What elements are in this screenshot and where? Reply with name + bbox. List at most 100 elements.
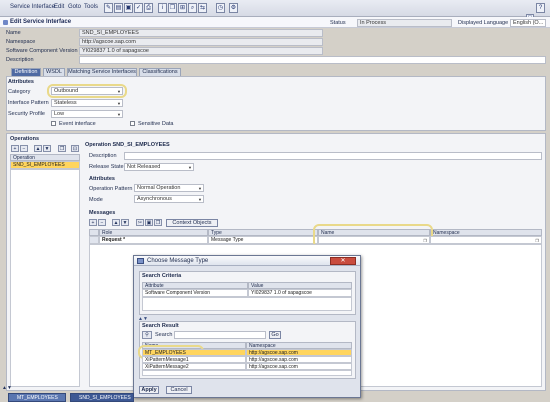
event-interface-label: Event interface xyxy=(59,121,96,127)
category-select[interactable]: Outbound ▼ xyxy=(51,87,123,95)
move-up-icon[interactable]: ▲ xyxy=(34,145,42,152)
criteria-grid-area xyxy=(142,297,352,311)
copy-icon[interactable]: ❐ xyxy=(154,219,162,226)
category-value: Outbound xyxy=(54,88,79,94)
description-field[interactable] xyxy=(79,56,546,64)
bottom-tab-snd-si-employees[interactable]: SND_SI_EMPLOYEES xyxy=(70,393,134,402)
tab-matching-service-interfaces[interactable]: Matching Service Interfaces xyxy=(67,68,137,76)
row-selector[interactable] xyxy=(89,236,99,244)
print-icon[interactable]: ⎙ xyxy=(144,3,153,13)
copy-icon[interactable]: ❐ xyxy=(168,3,177,13)
display-icon[interactable]: ▤ xyxy=(114,3,123,13)
result-row-namespace[interactable]: http://agscoe.sap.com xyxy=(246,363,352,370)
search-icon[interactable]: ⚲ xyxy=(142,331,152,339)
mode-select[interactable]: Asynchronous ▼ xyxy=(134,195,204,203)
transport-icon[interactable]: ⇆ xyxy=(198,3,207,13)
context-objects-button[interactable]: Context Objects xyxy=(166,219,218,227)
dropdown-icon: ▼ xyxy=(198,197,202,202)
swc-label: Software Component Version xyxy=(6,48,78,54)
release-state-select[interactable]: Not Released ▼ xyxy=(124,163,194,171)
result-row-namespace[interactable]: http://agscoe.sap.com xyxy=(246,349,352,356)
delete-message-icon[interactable]: − xyxy=(98,219,106,226)
release-state-label: Release State xyxy=(89,164,124,170)
op-description-field[interactable] xyxy=(124,152,542,160)
where-used-icon[interactable]: ⌕ xyxy=(188,3,197,13)
sensitive-data-label: Sensitive Data xyxy=(138,121,174,127)
op-attributes-title: Attributes xyxy=(89,176,115,182)
op-pattern-select[interactable]: Normal Operation ▼ xyxy=(134,184,204,192)
message-role-cell: Request * xyxy=(99,236,208,244)
language-select[interactable]: English (O... xyxy=(510,19,546,27)
message-namespace-cell[interactable]: ❐ xyxy=(430,236,542,244)
menu-tools[interactable]: Tools xyxy=(84,4,98,10)
move-up-icon[interactable]: ▲ xyxy=(112,219,120,226)
op-description-label: Description xyxy=(89,153,117,159)
menu-service-interface[interactable]: Service Interface xyxy=(10,4,55,10)
tree-icon[interactable]: ⊞ xyxy=(178,3,187,13)
swc-field: YI029837 1.0 of sapagscoe xyxy=(79,47,323,55)
search-result-title: Search Result xyxy=(142,323,179,329)
criteria-value-cell[interactable]: YI029837 1.0 of sapagscoe xyxy=(248,289,352,297)
bottom-tab-mt-employees[interactable]: MT_EMPLOYEES xyxy=(8,393,66,402)
mode-label: Mode xyxy=(89,197,103,203)
criteria-attribute-cell: Software Component Version xyxy=(142,289,248,297)
go-button[interactable]: Go xyxy=(269,331,281,339)
dropdown-icon: ▼ xyxy=(117,112,121,117)
pattern-select[interactable]: Stateless ▼ xyxy=(51,99,123,107)
search-criteria-title: Search Criteria xyxy=(142,273,182,279)
row-selector-header xyxy=(89,229,99,236)
delete-operation-icon[interactable]: − xyxy=(20,145,28,152)
cut-icon[interactable]: ✂ xyxy=(136,219,144,226)
apply-button[interactable]: Apply xyxy=(139,386,159,394)
type-column-header: Type xyxy=(208,229,318,236)
paste-icon[interactable]: ▣ xyxy=(145,219,153,226)
result-row-name[interactable]: MT_EMPLOYEES xyxy=(142,349,246,356)
value-column-header: Value xyxy=(248,282,352,289)
check-icon[interactable]: ✓ xyxy=(134,3,143,13)
dialog-title-bar: Choose Message Type ✕ xyxy=(134,256,360,266)
namespace-column-header: Namespace xyxy=(430,229,542,236)
add-operation-icon[interactable]: + xyxy=(11,145,19,152)
event-interface-checkbox[interactable] xyxy=(51,121,56,126)
status-field: In Process xyxy=(357,19,452,27)
service-interface-icon xyxy=(3,20,8,25)
value-help-icon[interactable]: ❐ xyxy=(535,238,539,243)
close-button[interactable]: ✕ xyxy=(330,257,356,265)
choose-message-type-dialog: Choose Message Type ✕ Search Criteria At… xyxy=(133,255,361,398)
search-label: Search xyxy=(155,332,173,338)
move-down-icon[interactable]: ▼ xyxy=(43,145,51,152)
result-row-name[interactable]: XiPatternMessage1 xyxy=(142,356,246,363)
move-down-icon[interactable]: ▼ xyxy=(121,219,129,226)
history-icon[interactable]: ◷ xyxy=(216,3,225,13)
sensitive-data-checkbox[interactable] xyxy=(130,121,135,126)
cancel-button[interactable]: Cancel xyxy=(166,386,192,394)
security-select[interactable]: Low ▼ xyxy=(51,110,123,118)
tab-wsdl[interactable]: WSDL xyxy=(43,68,65,76)
expand-icon[interactable]: ▲▼ xyxy=(2,385,12,391)
dropdown-icon: ▼ xyxy=(117,101,121,106)
operations-title: Operations xyxy=(10,136,40,142)
save-icon[interactable]: ▣ xyxy=(124,3,133,13)
value-help-icon[interactable]: ❐ xyxy=(423,238,427,243)
message-name-cell[interactable]: ❐ xyxy=(318,236,430,244)
dropdown-icon: ▼ xyxy=(117,89,121,94)
result-row-name[interactable]: XiPatternMessage2 xyxy=(142,363,246,370)
settings-icon[interactable]: ⚙ xyxy=(229,3,238,13)
menu-edit[interactable]: Edit xyxy=(54,4,64,10)
tab-classifications[interactable]: Classifications xyxy=(139,68,181,76)
tab-definition[interactable]: Definition xyxy=(11,68,41,76)
info-icon[interactable]: i xyxy=(158,3,167,13)
operation-row[interactable]: SND_SI_EMPLOYEES xyxy=(10,161,80,169)
result-row-namespace[interactable]: http://agscoe.sap.com xyxy=(246,356,352,363)
copy-operation-icon[interactable]: ❐ xyxy=(58,145,66,152)
search-input[interactable] xyxy=(174,331,266,339)
help-icon[interactable]: ? xyxy=(536,3,545,13)
attributes-title: Attributes xyxy=(8,79,34,85)
category-label: Category xyxy=(8,89,31,95)
edit-icon[interactable]: ✎ xyxy=(104,3,113,13)
menu-goto[interactable]: Goto xyxy=(68,4,81,10)
details-icon[interactable]: ⊡ xyxy=(71,145,79,152)
security-value: Low xyxy=(54,111,65,117)
status-label: Status xyxy=(330,20,346,26)
add-message-icon[interactable]: + xyxy=(89,219,97,226)
